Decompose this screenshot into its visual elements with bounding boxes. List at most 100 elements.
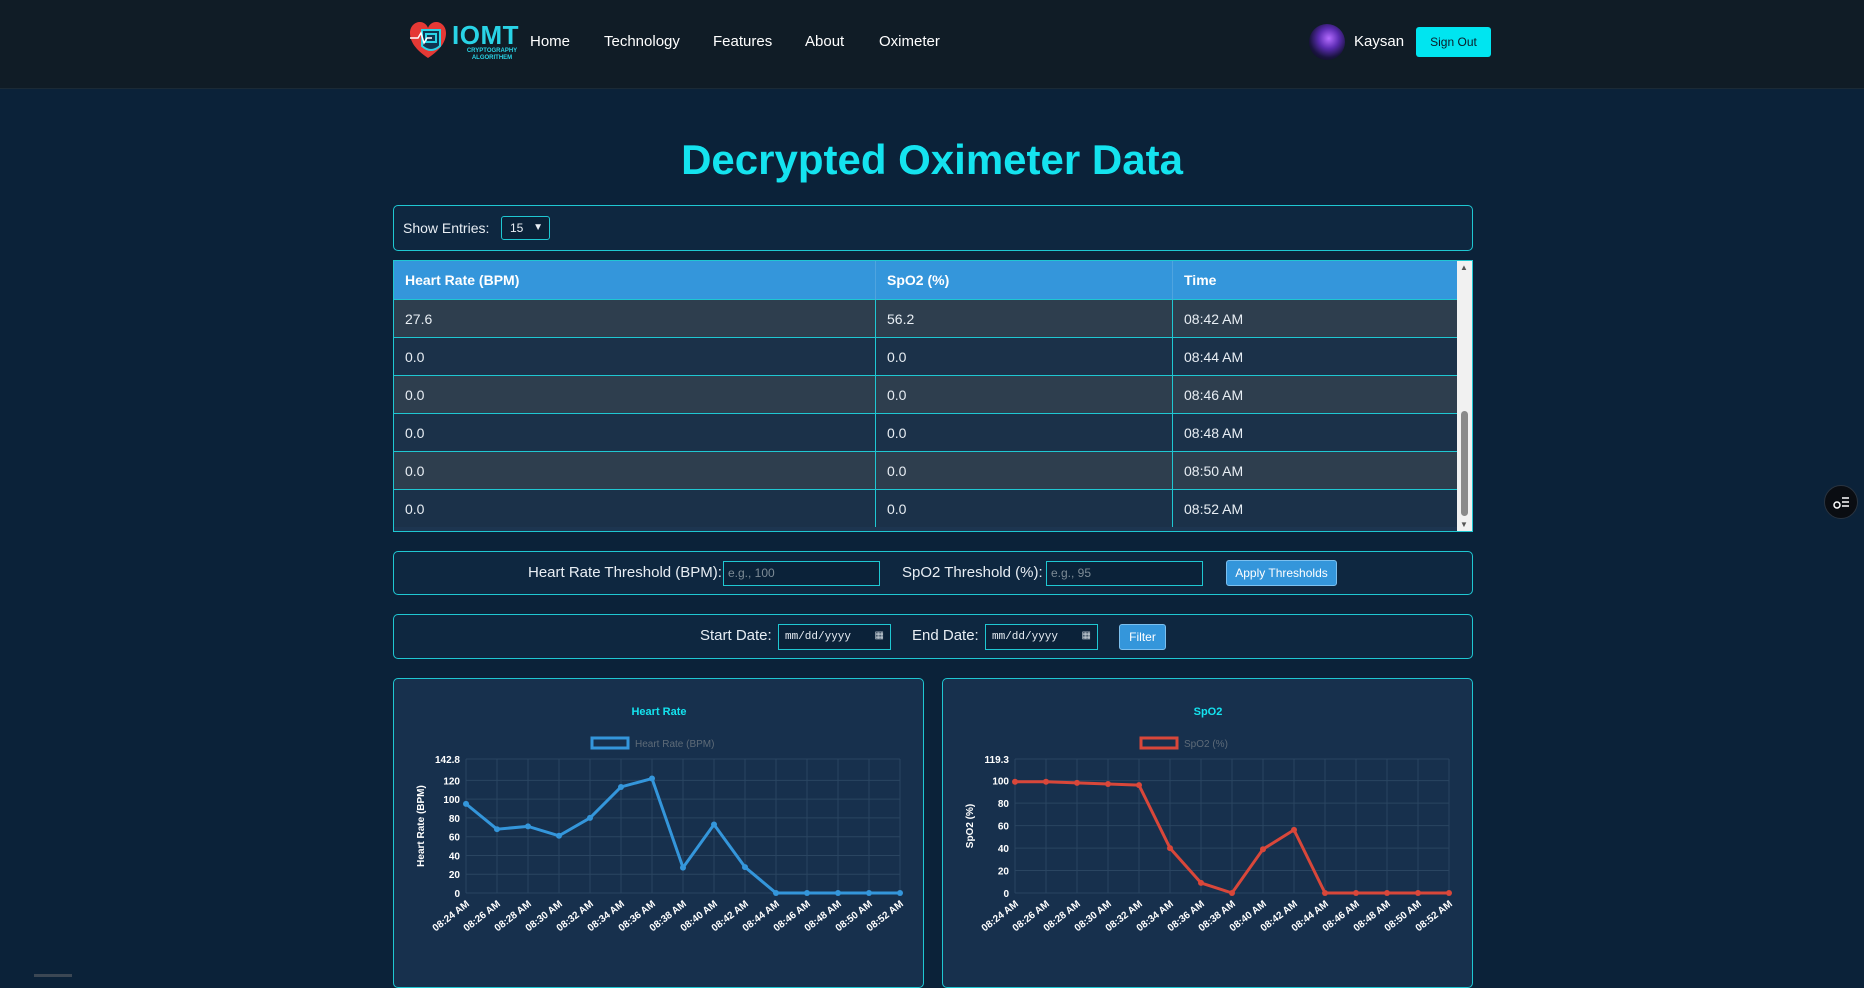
nav-home[interactable]: Home bbox=[530, 33, 570, 50]
nav-about[interactable]: About bbox=[805, 33, 844, 50]
table-cell: 08:44 AM bbox=[1172, 337, 1458, 376]
data-point bbox=[1043, 778, 1049, 785]
side-menu-button[interactable] bbox=[1824, 485, 1858, 519]
data-point bbox=[773, 890, 779, 896]
table-cell: 08:42 AM bbox=[1172, 299, 1458, 338]
table-cell: 27.6 bbox=[394, 299, 876, 338]
brand-logo[interactable]: IOMT CRYPTOGRAPHY ALGORITHEM bbox=[408, 18, 519, 64]
data-point bbox=[1415, 890, 1421, 896]
data-point bbox=[587, 814, 593, 821]
data-point bbox=[866, 890, 872, 896]
nav-features[interactable]: Features bbox=[713, 33, 772, 50]
spo2-threshold-input[interactable]: e.g., 95 bbox=[1046, 561, 1203, 586]
table-cell: 0.0 bbox=[875, 413, 1173, 452]
data-point bbox=[1229, 890, 1235, 896]
entries-label: Show Entries: bbox=[403, 220, 490, 236]
table-cell: 0.0 bbox=[394, 489, 876, 527]
data-point bbox=[1384, 890, 1390, 896]
data-point bbox=[1167, 845, 1173, 852]
start-date-label: Start Date: bbox=[700, 627, 772, 644]
logo-subtitle: CRYPTOGRAPHY ALGORITHEM bbox=[466, 48, 518, 61]
y-tick-label: 20 bbox=[449, 870, 461, 881]
spo2-threshold-label: SpO2 Threshold (%): bbox=[902, 564, 1043, 581]
entries-select[interactable]: 15 ▼ bbox=[501, 216, 550, 240]
data-point bbox=[897, 890, 903, 896]
y-tick-label: 100 bbox=[992, 777, 1009, 788]
apply-thresholds-button[interactable]: Apply Thresholds bbox=[1226, 560, 1337, 586]
data-point bbox=[649, 775, 655, 782]
y-axis-label: Heart Rate (BPM) bbox=[416, 785, 427, 867]
data-point bbox=[494, 826, 500, 833]
logo-text: IOMT bbox=[452, 20, 519, 50]
data-point bbox=[1136, 782, 1142, 789]
column-header-time[interactable]: Time bbox=[1172, 261, 1458, 300]
nav-oximeter[interactable]: Oximeter bbox=[879, 33, 940, 50]
table-row: 0.0 0.0 08:52 AM bbox=[394, 489, 1458, 527]
calendar-icon[interactable]: ▦ bbox=[1082, 625, 1091, 649]
table-row: 0.0 0.0 08:46 AM bbox=[394, 375, 1458, 414]
table-cell: 0.0 bbox=[875, 489, 1173, 527]
data-point bbox=[1012, 778, 1018, 785]
data-point bbox=[711, 821, 717, 828]
hr-threshold-input[interactable]: e.g., 100 bbox=[723, 561, 880, 586]
column-header-heart-rate[interactable]: Heart Rate (BPM) bbox=[394, 261, 876, 300]
data-point bbox=[525, 823, 531, 830]
page-title: Decrypted Oximeter Data bbox=[681, 136, 1183, 183]
date-filter-panel: Start Date: mm/dd/yyyy ▦ End Date: mm/dd… bbox=[393, 614, 1473, 659]
hr-threshold-label: Heart Rate Threshold (BPM): bbox=[528, 564, 722, 581]
table-cell: 0.0 bbox=[394, 337, 876, 376]
table-cell: 0.0 bbox=[394, 451, 876, 490]
legend-swatch bbox=[590, 736, 630, 750]
legend-label: Heart Rate (BPM) bbox=[635, 739, 714, 750]
y-tick-label: 0 bbox=[1003, 889, 1009, 900]
nav-technology[interactable]: Technology bbox=[604, 33, 680, 50]
start-date-input[interactable]: mm/dd/yyyy ▦ bbox=[778, 624, 891, 650]
data-point bbox=[804, 890, 810, 896]
end-date-label: End Date: bbox=[912, 627, 979, 644]
data-point bbox=[1291, 826, 1297, 833]
heart-rate-chart-panel: Heart Rate Heart Rate (BPM) 142.8 120 100 80 6… bbox=[393, 678, 924, 988]
end-date-input[interactable]: mm/dd/yyyy ▦ bbox=[985, 624, 1098, 650]
y-tick-label: 60 bbox=[998, 822, 1010, 833]
data-table: Heart Rate (BPM) SpO2 (%) Time 27.6 56.2… bbox=[393, 260, 1473, 532]
spo2-chart: SpO2SpO2 (%)119.3100806040200SpO2 (%)08:… bbox=[965, 706, 1455, 934]
scroll-down-arrow-icon[interactable]: ▼ bbox=[1460, 520, 1468, 529]
scroll-thumb[interactable] bbox=[1461, 411, 1468, 516]
y-tick-label: 119.3 bbox=[985, 755, 1010, 766]
y-tick-label: 60 bbox=[449, 833, 461, 844]
heart-shield-icon bbox=[410, 22, 446, 58]
calendar-icon[interactable]: ▦ bbox=[875, 625, 884, 649]
y-axis-label: SpO2 (%) bbox=[965, 804, 976, 848]
table-row: 27.6 56.2 08:42 AM bbox=[394, 299, 1458, 338]
data-point bbox=[1074, 779, 1080, 786]
data-point bbox=[835, 890, 841, 896]
table-cell: 0.0 bbox=[875, 375, 1173, 414]
navbar: IOMT CRYPTOGRAPHY ALGORITHEM Home Techno… bbox=[0, 0, 1864, 89]
data-point bbox=[463, 800, 469, 807]
sign-out-button[interactable]: Sign Out bbox=[1416, 27, 1491, 57]
y-tick-label: 142.8 bbox=[435, 755, 460, 766]
table-cell: 08:46 AM bbox=[1172, 375, 1458, 414]
heart-rate-chart: Heart Rate Heart Rate (BPM) 142.8 120 100 80 6… bbox=[416, 706, 906, 934]
y-tick-label: 120 bbox=[443, 776, 460, 787]
chart-title: Heart Rate bbox=[631, 706, 686, 718]
data-point bbox=[1105, 781, 1111, 788]
table-cell: 0.0 bbox=[875, 337, 1173, 376]
username: Kaysan bbox=[1354, 33, 1405, 50]
avatar[interactable] bbox=[1309, 24, 1345, 60]
entries-selected-value: 15 bbox=[510, 221, 524, 235]
chevron-down-icon: ▼ bbox=[533, 222, 543, 233]
table-row: 0.0 0.0 08:44 AM bbox=[394, 337, 1458, 376]
filter-button[interactable]: Filter bbox=[1119, 624, 1166, 650]
table-scrollbar[interactable]: ▲ ▼ bbox=[1457, 261, 1472, 531]
chart-title: SpO2 bbox=[1194, 706, 1223, 718]
y-tick-label: 80 bbox=[449, 814, 461, 825]
column-header-spo2[interactable]: SpO2 (%) bbox=[875, 261, 1173, 300]
data-point bbox=[1260, 846, 1266, 853]
data-point bbox=[556, 832, 562, 839]
table-cell: 08:52 AM bbox=[1172, 489, 1458, 527]
data-point bbox=[742, 864, 748, 871]
table-cell: 08:48 AM bbox=[1172, 413, 1458, 452]
scroll-up-arrow-icon[interactable]: ▲ bbox=[1460, 263, 1468, 272]
table-cell: 0.0 bbox=[394, 413, 876, 452]
